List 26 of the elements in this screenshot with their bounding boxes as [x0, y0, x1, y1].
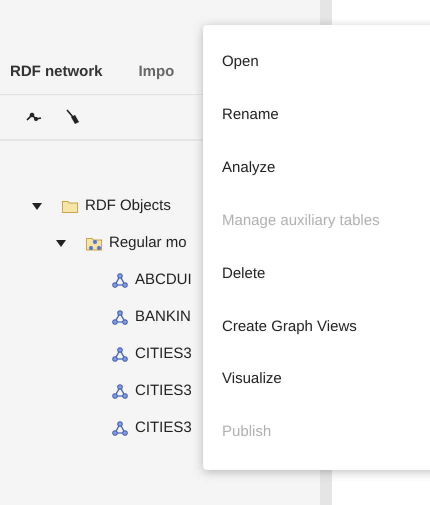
- tree-item-label[interactable]: RDF Objects: [85, 195, 171, 218]
- broom-icon[interactable]: [66, 109, 80, 125]
- graph-icon: [112, 421, 128, 436]
- menu-item[interactable]: Rename: [203, 88, 430, 142]
- menu-item[interactable]: Delete: [203, 248, 430, 300]
- graph-icon: [112, 347, 128, 362]
- menu-item[interactable]: Analyze: [203, 142, 430, 195]
- graph-icon: [112, 273, 128, 288]
- menu-item[interactable]: Visualize: [203, 353, 430, 406]
- caret-icon[interactable]: [32, 202, 42, 210]
- menu-item[interactable]: Open: [203, 36, 430, 89]
- graph-icon: [112, 384, 128, 399]
- tree-item-label[interactable]: CITIES3: [135, 417, 192, 440]
- folder-graph-icon: [86, 236, 102, 250]
- caret-icon[interactable]: [56, 240, 66, 248]
- tree-item-label[interactable]: BANKIN: [135, 306, 191, 329]
- tree-item-label[interactable]: ABCDUI: [135, 269, 192, 292]
- tab[interactable]: Impo: [138, 60, 174, 84]
- graph-icon: [112, 310, 128, 325]
- tree-item-label[interactable]: CITIES3: [135, 343, 192, 366]
- menu-item[interactable]: Create Graph Views: [203, 300, 430, 354]
- tree-item-label[interactable]: Regular mo: [109, 232, 187, 255]
- folder-icon: [62, 200, 78, 213]
- tab[interactable]: RDF network: [10, 60, 103, 84]
- tree-item-label[interactable]: CITIES3: [135, 380, 192, 403]
- network-icon[interactable]: [26, 112, 42, 122]
